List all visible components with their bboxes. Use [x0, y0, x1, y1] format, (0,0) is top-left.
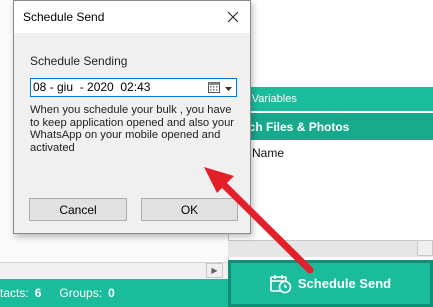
horizontal-scrollbar[interactable]	[0, 262, 228, 280]
dialog-title: Schedule Send	[23, 10, 105, 24]
schedule-datetime-picker[interactable]: 08 - giu - 2020 02:43	[30, 78, 237, 97]
insert-variables-button[interactable]: rt Variables	[228, 87, 433, 111]
calendar-icon[interactable]	[208, 81, 220, 98]
groups-label: Groups:	[59, 286, 103, 300]
schedule-info-text: When you schedule your bulk , you have t…	[30, 104, 235, 154]
schedule-send-button[interactable]: Schedule Send	[228, 260, 433, 307]
contacts-count: 6	[34, 286, 42, 300]
dialog-titlebar[interactable]: Schedule Send	[14, 1, 250, 33]
attach-files-button[interactable]: ach Files & Photos	[228, 113, 433, 140]
scroll-right-icon[interactable]: ▶	[206, 263, 223, 278]
close-button[interactable]	[216, 1, 250, 33]
name-column-header: Name	[252, 146, 285, 160]
chevron-down-icon[interactable]	[224, 82, 233, 99]
status-bar: tacts: 6 Groups: 0	[0, 279, 228, 307]
ok-button[interactable]: OK	[141, 198, 238, 221]
cancel-label: Cancel	[59, 202, 97, 217]
scroll-corner	[417, 240, 433, 256]
schedule-sending-label: Schedule Sending	[30, 54, 128, 68]
datetime-value: 08 - giu - 2020 02:43	[33, 80, 151, 94]
cancel-button[interactable]: Cancel	[29, 198, 127, 221]
schedule-send-dialog: Schedule Send Schedule Sending 08 - giu …	[13, 0, 251, 234]
close-icon	[227, 11, 239, 23]
ok-label: OK	[180, 202, 199, 217]
attach-files-label: ach Files & Photos	[242, 119, 350, 134]
groups-count: 0	[108, 286, 115, 300]
calendar-clock-icon	[270, 274, 292, 294]
right-panel-scrollbar[interactable]	[228, 240, 433, 257]
schedule-send-label: Schedule Send	[297, 276, 392, 291]
contacts-label: tacts:	[0, 286, 29, 300]
